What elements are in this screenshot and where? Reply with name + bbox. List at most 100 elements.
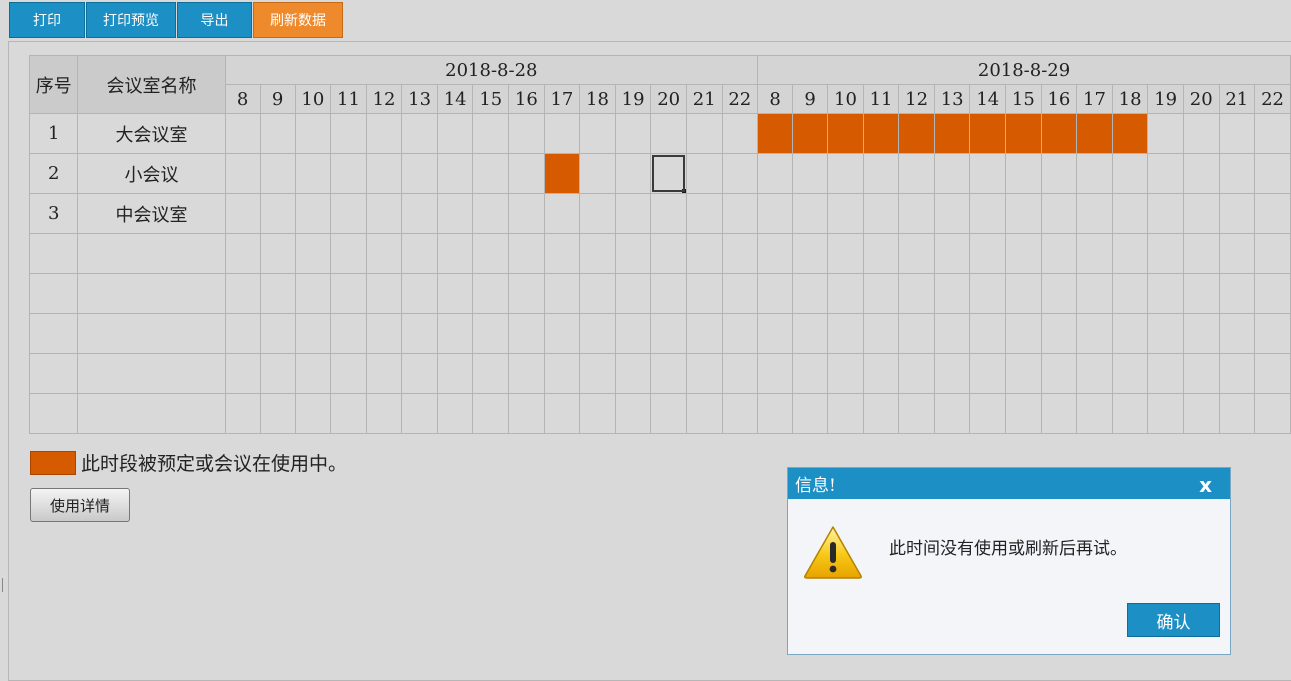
time-slot[interactable] bbox=[1147, 193, 1184, 234]
time-slot[interactable] bbox=[1040, 393, 1078, 434]
time-slot[interactable] bbox=[294, 353, 332, 394]
time-slot[interactable] bbox=[1218, 313, 1256, 354]
time-slot[interactable] bbox=[259, 113, 296, 154]
time-slot[interactable] bbox=[1254, 233, 1291, 274]
time-slot[interactable] bbox=[365, 353, 403, 394]
time-slot[interactable] bbox=[401, 353, 438, 394]
time-slot[interactable] bbox=[757, 233, 794, 274]
time-slot[interactable] bbox=[614, 193, 652, 234]
time-slot[interactable] bbox=[827, 233, 864, 274]
time-slot[interactable] bbox=[933, 313, 971, 354]
time-slot[interactable] bbox=[508, 393, 545, 434]
time-slot[interactable] bbox=[259, 313, 296, 354]
time-slot[interactable] bbox=[827, 193, 864, 234]
time-slot[interactable] bbox=[294, 233, 332, 274]
time-slot[interactable] bbox=[259, 193, 296, 234]
print-preview-button[interactable]: 打印预览 bbox=[86, 2, 176, 38]
time-slot[interactable] bbox=[330, 113, 367, 154]
time-slot[interactable] bbox=[792, 353, 829, 394]
booked-time-slot[interactable] bbox=[543, 153, 581, 194]
time-slot[interactable] bbox=[1076, 233, 1113, 274]
time-slot[interactable] bbox=[508, 153, 545, 194]
time-slot[interactable] bbox=[365, 113, 403, 154]
time-slot[interactable] bbox=[933, 233, 971, 274]
time-slot[interactable] bbox=[365, 313, 403, 354]
time-slot[interactable] bbox=[472, 273, 510, 314]
time-slot[interactable] bbox=[472, 113, 510, 154]
time-slot[interactable] bbox=[330, 393, 367, 434]
booked-time-slot[interactable] bbox=[969, 113, 1007, 154]
time-slot[interactable] bbox=[969, 353, 1007, 394]
time-slot[interactable] bbox=[330, 153, 367, 194]
time-slot[interactable] bbox=[1218, 393, 1256, 434]
time-slot[interactable] bbox=[1254, 313, 1291, 354]
time-slot[interactable] bbox=[294, 393, 332, 434]
time-slot[interactable] bbox=[330, 313, 367, 354]
time-slot[interactable] bbox=[827, 273, 864, 314]
time-slot[interactable] bbox=[792, 313, 829, 354]
time-slot[interactable] bbox=[862, 393, 900, 434]
time-slot[interactable] bbox=[685, 153, 723, 194]
time-slot[interactable] bbox=[365, 153, 403, 194]
time-slot[interactable] bbox=[898, 393, 935, 434]
time-slot[interactable] bbox=[436, 273, 474, 314]
time-slot[interactable] bbox=[1182, 353, 1220, 394]
time-slot[interactable] bbox=[1005, 233, 1042, 274]
time-slot[interactable] bbox=[1147, 113, 1184, 154]
time-slot[interactable] bbox=[543, 113, 581, 154]
time-slot[interactable] bbox=[1218, 233, 1256, 274]
time-slot[interactable] bbox=[508, 313, 545, 354]
time-slot[interactable] bbox=[685, 113, 723, 154]
time-slot[interactable] bbox=[969, 193, 1007, 234]
time-slot[interactable] bbox=[1111, 233, 1149, 274]
time-slot[interactable] bbox=[365, 193, 403, 234]
time-slot[interactable] bbox=[1147, 313, 1184, 354]
time-slot[interactable] bbox=[1111, 153, 1149, 194]
time-slot[interactable] bbox=[685, 233, 723, 274]
time-slot[interactable] bbox=[827, 353, 864, 394]
booked-time-slot[interactable] bbox=[1076, 113, 1113, 154]
time-slot[interactable] bbox=[224, 233, 261, 274]
time-slot[interactable] bbox=[1005, 393, 1042, 434]
time-slot[interactable] bbox=[757, 393, 794, 434]
time-slot[interactable] bbox=[579, 353, 616, 394]
time-slot[interactable] bbox=[933, 273, 971, 314]
time-slot[interactable] bbox=[436, 393, 474, 434]
time-slot[interactable] bbox=[1218, 193, 1256, 234]
time-slot[interactable] bbox=[721, 113, 759, 154]
time-slot[interactable] bbox=[898, 273, 935, 314]
time-slot[interactable] bbox=[472, 153, 510, 194]
time-slot[interactable] bbox=[969, 393, 1007, 434]
time-slot[interactable] bbox=[224, 393, 261, 434]
time-slot[interactable] bbox=[259, 233, 296, 274]
time-slot[interactable] bbox=[1040, 313, 1078, 354]
time-slot[interactable] bbox=[862, 193, 900, 234]
time-slot[interactable] bbox=[1254, 273, 1291, 314]
time-slot[interactable] bbox=[1111, 353, 1149, 394]
time-slot[interactable] bbox=[294, 113, 332, 154]
booked-time-slot[interactable] bbox=[1111, 113, 1149, 154]
time-slot[interactable] bbox=[614, 113, 652, 154]
time-slot[interactable] bbox=[543, 313, 581, 354]
time-slot[interactable] bbox=[259, 353, 296, 394]
time-slot[interactable] bbox=[614, 153, 652, 194]
time-slot[interactable] bbox=[721, 193, 759, 234]
time-slot[interactable] bbox=[792, 393, 829, 434]
time-slot[interactable] bbox=[330, 273, 367, 314]
time-slot[interactable] bbox=[508, 113, 545, 154]
time-slot[interactable] bbox=[436, 313, 474, 354]
time-slot[interactable] bbox=[1218, 353, 1256, 394]
time-slot[interactable] bbox=[1254, 393, 1291, 434]
time-slot[interactable] bbox=[862, 313, 900, 354]
time-slot[interactable] bbox=[472, 313, 510, 354]
time-slot[interactable] bbox=[1005, 313, 1042, 354]
time-slot[interactable] bbox=[1040, 153, 1078, 194]
close-icon[interactable]: x bbox=[1199, 473, 1212, 497]
time-slot[interactable] bbox=[721, 393, 759, 434]
booked-time-slot[interactable] bbox=[1040, 113, 1078, 154]
time-slot[interactable] bbox=[1218, 113, 1256, 154]
time-slot[interactable] bbox=[685, 353, 723, 394]
time-slot[interactable] bbox=[685, 393, 723, 434]
time-slot[interactable] bbox=[401, 153, 438, 194]
time-slot[interactable] bbox=[401, 313, 438, 354]
